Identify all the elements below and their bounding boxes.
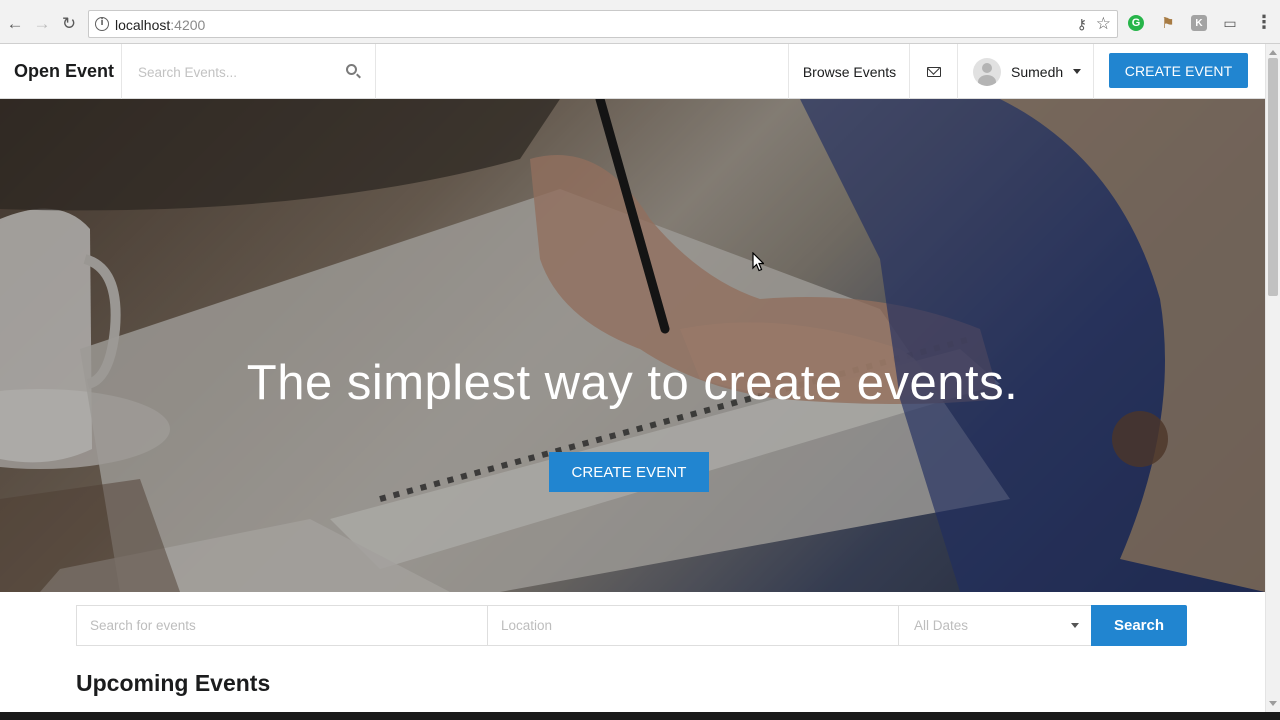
page-viewport: Open Event Browse Events Sumedh CREATE E… [0,44,1265,712]
hero-overlay [0,99,1265,592]
scroll-up-icon[interactable] [1269,50,1277,55]
info-icon[interactable]: i [95,17,109,31]
nav-search-box [121,44,376,99]
chevron-down-icon [1073,69,1082,74]
reload-icon[interactable]: ↻ [58,12,80,34]
bookmark-icon[interactable]: ⚑ [1160,15,1176,32]
grammarly-icon[interactable]: G [1128,15,1144,31]
dates-dropdown[interactable]: All Dates [898,605,1092,646]
event-search-bar: All Dates Search [76,605,1187,646]
scroll-down-icon[interactable] [1269,701,1277,706]
hero-banner: The simplest way to create events. CREAT… [0,99,1265,592]
search-icon[interactable] [346,64,357,75]
mouse-cursor-icon [752,252,764,272]
page-scrollbar[interactable] [1265,44,1280,712]
avatar [973,57,1001,86]
browse-events-link[interactable]: Browse Events [788,44,910,99]
forward-icon[interactable]: → [31,12,53,34]
address-bar[interactable]: i localhost:4200 ⚷ ☆ [88,10,1118,38]
site-navbar: Open Event Browse Events Sumedh CREATE E… [0,44,1265,99]
hero-title: The simplest way to create events. [246,356,1019,410]
location-input[interactable] [487,605,899,646]
scroll-thumb[interactable] [1268,58,1278,296]
cast-icon[interactable]: ▭ [1222,15,1238,31]
mail-icon [927,66,941,77]
star-icon[interactable]: ☆ [1096,14,1111,34]
user-name: Sumedh [1011,63,1064,80]
hero-create-event-button[interactable]: CREATE EVENT [549,452,709,492]
search-button[interactable]: Search [1091,605,1187,646]
menu-icon[interactable]: ⋮ [1255,12,1273,33]
chevron-down-icon [1071,623,1079,628]
nav-create-event-button[interactable]: CREATE EVENT [1109,53,1248,88]
window-bottom-edge [0,712,1280,720]
back-icon[interactable]: ← [4,12,26,34]
extension-icon[interactable]: K [1191,15,1207,31]
url-text[interactable]: localhost:4200 [115,17,205,33]
browser-toolbar: ← → ↻ i localhost:4200 ⚷ ☆ G ⚑ K ▭ ⋮ [0,0,1280,44]
dates-value: All Dates [914,618,969,633]
nav-search-input[interactable] [138,62,338,82]
user-menu[interactable]: Sumedh [957,44,1094,99]
notifications-button[interactable] [909,44,958,99]
search-events-input[interactable] [76,605,488,646]
upcoming-events-heading: Upcoming Events [76,670,271,696]
key-icon[interactable]: ⚷ [1077,16,1087,33]
brand-logo[interactable]: Open Event [14,61,114,82]
